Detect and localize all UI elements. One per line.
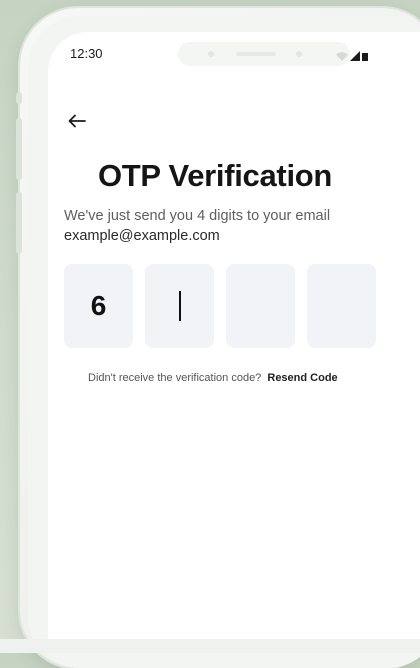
- otp-digit-2[interactable]: [145, 264, 214, 348]
- speaker-grille: [236, 52, 276, 56]
- back-button[interactable]: [66, 112, 88, 134]
- phone-screen: 12:30 OTP Verification We've just send y…: [48, 32, 420, 640]
- otp-digit-1-value: 6: [90, 290, 107, 321]
- status-time: 12:30: [70, 46, 103, 61]
- signal-icon: [350, 48, 360, 66]
- resend-prompt: Didn't receive the verification code? Re…: [88, 372, 338, 384]
- side-button: [16, 92, 22, 104]
- resend-prompt-text: Didn't receive the verification code?: [88, 372, 262, 384]
- arrow-left-icon: [68, 114, 86, 133]
- resend-code-link[interactable]: Resend Code: [267, 372, 337, 384]
- volume-down-button: [16, 192, 22, 254]
- text-caret: [178, 291, 181, 321]
- volume-up-button: [16, 118, 22, 180]
- otp-description: We've just send you 4 digits to your ema…: [64, 208, 331, 224]
- status-icons: [336, 48, 368, 66]
- otp-input-group: 6: [64, 264, 376, 348]
- page-title: OTP Verification: [97, 158, 333, 193]
- bottom-strip: [0, 639, 420, 653]
- otp-digit-4[interactable]: [307, 264, 376, 348]
- otp-digit-3[interactable]: [226, 264, 295, 348]
- battery-icon: [362, 48, 368, 66]
- otp-digit-1[interactable]: 6: [64, 264, 133, 348]
- sensor-dot: [296, 51, 302, 57]
- wifi-icon: [336, 48, 348, 66]
- email-address: example@example.com: [64, 228, 220, 244]
- dynamic-island: [178, 42, 350, 66]
- camera-dot: [208, 51, 214, 57]
